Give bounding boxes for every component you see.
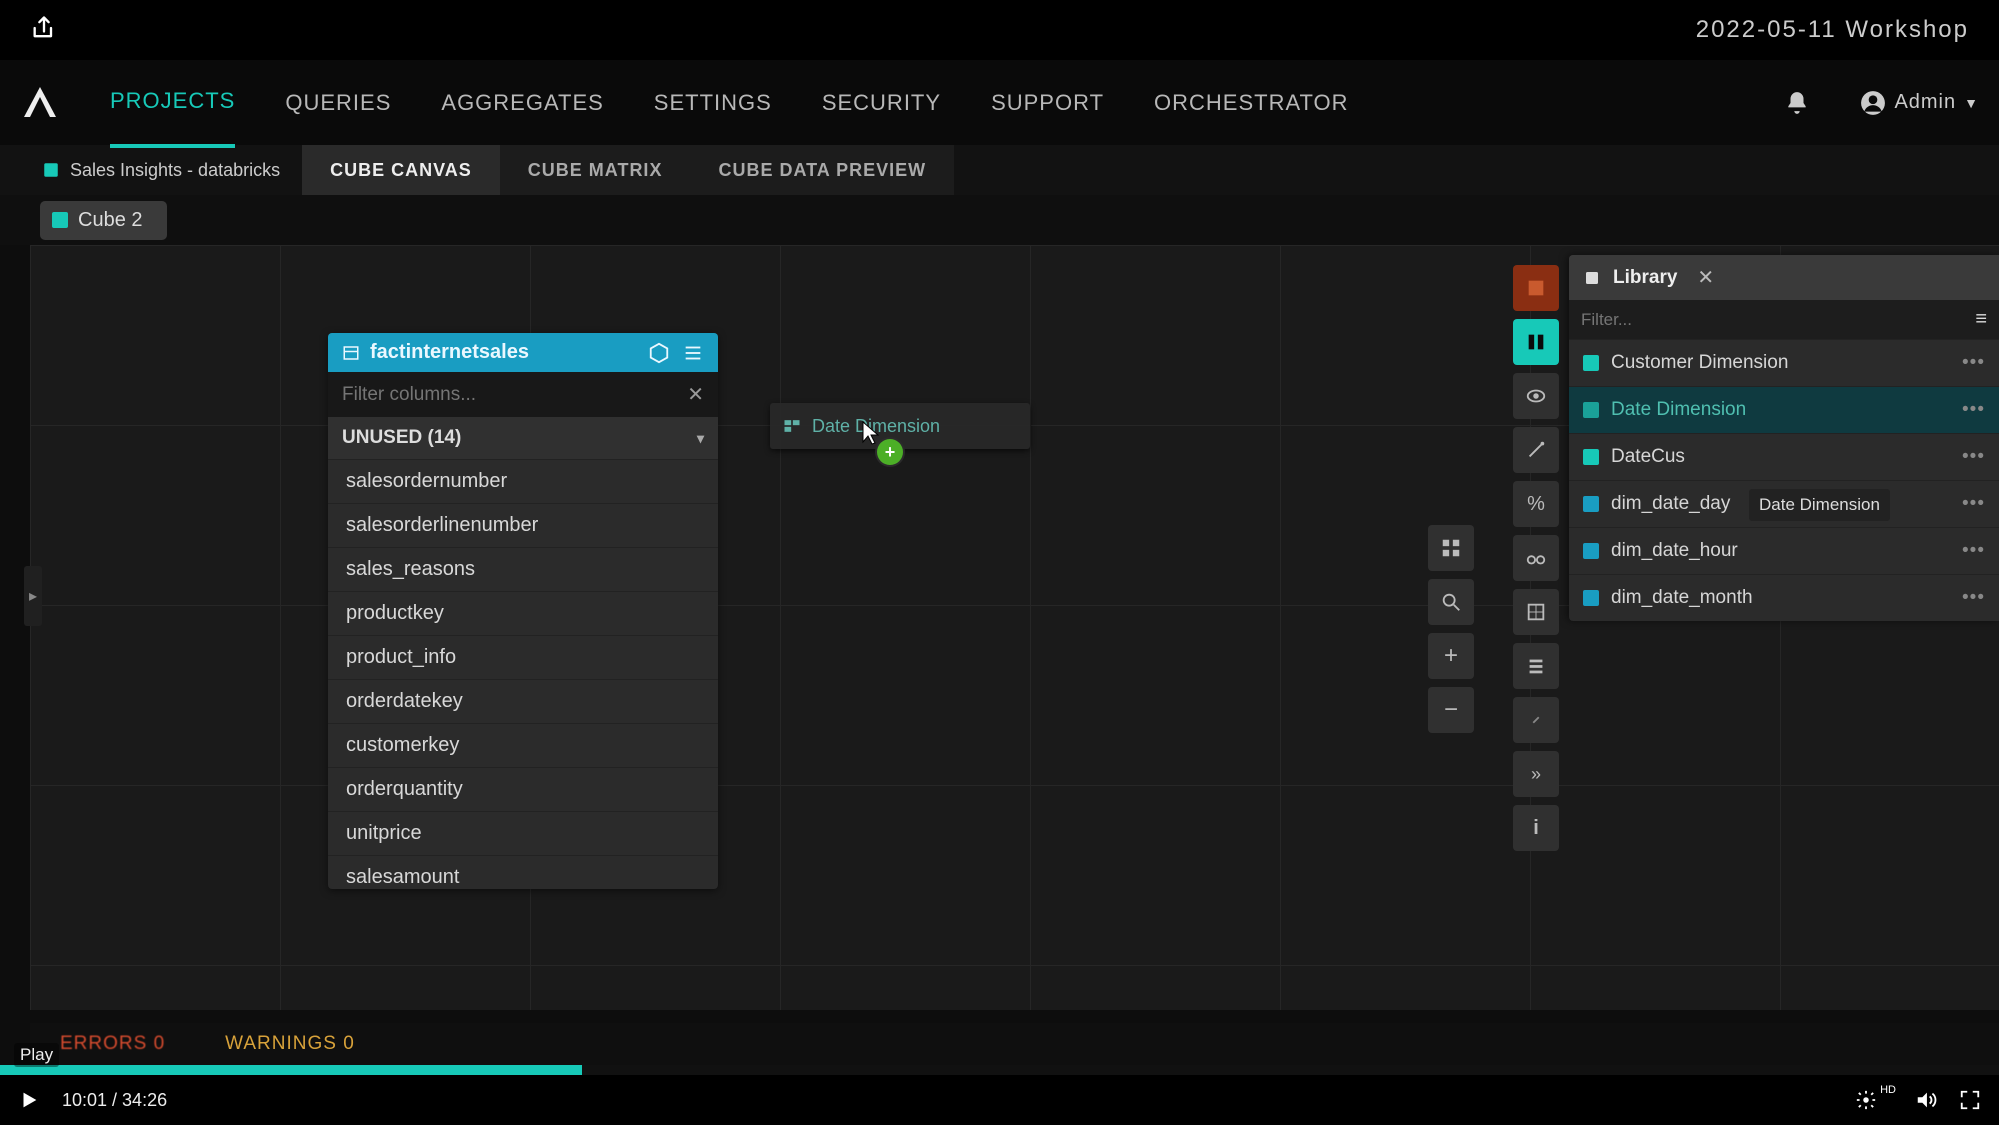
column-item[interactable]: salesorderlinenumber <box>328 503 718 547</box>
tab-cube-data-preview[interactable]: CUBE DATA PREVIEW <box>690 145 954 195</box>
hd-badge: HD <box>1880 1084 1896 1096</box>
library-item[interactable]: dim_date_month••• <box>1569 574 1999 621</box>
library-item[interactable]: DateCus••• <box>1569 433 1999 480</box>
sub-tabs: Sales Insights - databricks CUBE CANVAS … <box>0 145 1999 195</box>
column-item[interactable]: orderquantity <box>328 767 718 811</box>
cube-canvas[interactable]: ▸ factinternetsales ✕ UNUSED (14) ▾ <box>30 245 1999 1010</box>
main-nav: PROJECTS QUERIES AGGREGATES SETTINGS SEC… <box>0 60 1999 145</box>
nav-settings[interactable]: SETTINGS <box>654 60 772 146</box>
canvas-tools-right: % » i <box>1513 265 1559 851</box>
library-panel: Library ✕ ≡ Customer Dimension••• Date D… <box>1569 255 1999 621</box>
expand-handle[interactable]: ▸ <box>24 566 42 626</box>
tab-cube-canvas[interactable]: CUBE CANVAS <box>302 145 500 195</box>
column-item[interactable]: sales_reasons <box>328 547 718 591</box>
panel-title: factinternetsales <box>370 341 529 364</box>
column-list: salesordernumber salesorderlinenumber sa… <box>328 459 718 889</box>
status-errors[interactable]: ERRORS 0 <box>60 1033 165 1055</box>
fullscreen-icon[interactable] <box>1959 1089 1981 1111</box>
zoom-out-icon[interactable]: − <box>1428 687 1474 733</box>
column-filter-input[interactable] <box>342 384 687 406</box>
nav-queries[interactable]: QUERIES <box>285 60 391 146</box>
nav-aggregates[interactable]: AGGREGATES <box>441 60 603 146</box>
link-icon[interactable] <box>1513 697 1559 743</box>
percent-icon[interactable]: % <box>1513 481 1559 527</box>
nav-projects[interactable]: PROJECTS <box>110 60 235 148</box>
collapse-icon: ▾ <box>697 430 704 447</box>
library-title: Library <box>1613 267 1677 289</box>
tool-library-icon[interactable] <box>1513 319 1559 365</box>
play-tooltip: Play <box>14 1043 59 1067</box>
close-icon[interactable]: ✕ <box>1697 265 1714 290</box>
more-icon[interactable]: ••• <box>1962 587 1985 609</box>
column-item[interactable]: customerkey <box>328 723 718 767</box>
info-icon[interactable]: i <box>1513 805 1559 851</box>
nav-support[interactable]: SUPPORT <box>991 60 1104 146</box>
settings-icon[interactable]: HD <box>1855 1089 1893 1111</box>
binoculars-icon[interactable] <box>1513 535 1559 581</box>
cursor-icon <box>862 421 880 445</box>
column-item[interactable]: product_info <box>328 635 718 679</box>
status-bar: ERRORS 0 WARNINGS 0 <box>30 1023 1999 1065</box>
logo-icon <box>20 83 60 123</box>
notifications-icon[interactable] <box>1784 90 1810 116</box>
play-button[interactable] <box>18 1089 40 1111</box>
more-icon[interactable]: ••• <box>1962 446 1985 468</box>
table-icon <box>342 344 360 362</box>
user-menu[interactable]: Admin ▼ <box>1860 90 1979 116</box>
video-controls: 10:01 / 34:26 HD <box>0 1075 1999 1125</box>
chevrons-down-icon[interactable]: » <box>1513 751 1559 797</box>
more-icon[interactable]: ••• <box>1962 540 1985 562</box>
nav-orchestrator[interactable]: ORCHESTRATOR <box>1154 60 1349 146</box>
more-icon[interactable]: ••• <box>1962 399 1985 421</box>
column-item[interactable]: orderdatekey <box>328 679 718 723</box>
nav-security[interactable]: SECURITY <box>822 60 941 146</box>
search-icon[interactable] <box>1428 579 1474 625</box>
column-item[interactable]: salesordernumber <box>328 459 718 503</box>
column-item[interactable]: unitprice <box>328 811 718 855</box>
column-item[interactable]: salesamount <box>328 855 718 889</box>
tool-highlight-icon[interactable] <box>1513 265 1559 311</box>
clear-filter-icon[interactable]: ✕ <box>687 382 704 407</box>
more-icon[interactable]: ••• <box>1962 352 1985 374</box>
unused-section-header[interactable]: UNUSED (14) ▾ <box>328 417 718 459</box>
dimension-icon <box>782 416 802 436</box>
cube-icon <box>52 212 68 228</box>
video-progress[interactable] <box>0 1065 1999 1075</box>
workshop-title: 2022-05-11 Workshop <box>1696 16 1969 44</box>
drag-ghost: Date Dimension <box>770 403 1030 449</box>
more-icon[interactable]: ••• <box>1962 493 1985 515</box>
video-time: 10:01 / 34:26 <box>62 1090 167 1111</box>
library-filter-input[interactable] <box>1581 310 1967 330</box>
user-name: Admin <box>1894 91 1956 114</box>
eye-icon[interactable] <box>1513 373 1559 419</box>
column-item[interactable]: productkey <box>328 591 718 635</box>
volume-icon[interactable] <box>1915 1089 1937 1111</box>
tab-cube-matrix[interactable]: CUBE MATRIX <box>500 145 691 195</box>
fact-table-panel[interactable]: factinternetsales ✕ UNUSED (14) ▾ saleso… <box>328 333 718 889</box>
stack-icon[interactable] <box>1513 643 1559 689</box>
library-item[interactable]: dim_date_hour••• <box>1569 527 1999 574</box>
library-icon <box>1583 269 1601 287</box>
layout-icon[interactable] <box>1428 525 1474 571</box>
wand-icon[interactable] <box>1513 427 1559 473</box>
grid-icon[interactable] <box>1513 589 1559 635</box>
status-warnings[interactable]: WARNINGS 0 <box>225 1033 355 1055</box>
cube-outline-icon[interactable] <box>648 342 670 364</box>
cube-chip[interactable]: Cube 2 <box>40 201 167 240</box>
unused-section-label: UNUSED (14) <box>342 427 461 449</box>
breadcrumb[interactable]: Sales Insights - databricks <box>20 145 302 195</box>
library-item[interactable]: Customer Dimension••• <box>1569 339 1999 386</box>
hamburger-icon[interactable]: ≡ <box>1975 308 1987 331</box>
share-icon[interactable] <box>30 14 58 47</box>
canvas-tools-left: + − <box>1428 525 1474 733</box>
caret-down-icon: ▼ <box>1964 95 1979 111</box>
library-item[interactable]: dim_date_day••• <box>1569 480 1999 527</box>
breadcrumb-label: Sales Insights - databricks <box>70 160 280 181</box>
library-item[interactable]: Date Dimension••• <box>1569 386 1999 433</box>
zoom-in-icon[interactable]: + <box>1428 633 1474 679</box>
add-badge-icon: + <box>877 439 903 465</box>
panel-header[interactable]: factinternetsales <box>328 333 718 372</box>
cube-chip-label: Cube 2 <box>78 209 143 232</box>
menu-icon[interactable] <box>682 342 704 364</box>
